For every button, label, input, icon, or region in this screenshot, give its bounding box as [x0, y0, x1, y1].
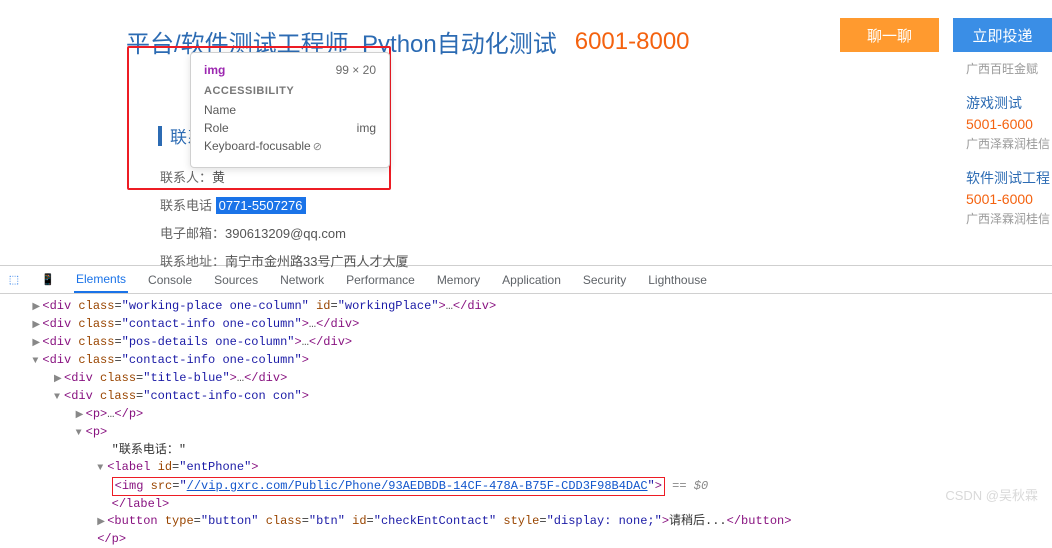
related-jobs-sidebar: 广西百旺金赋 游戏测试 5001-6000 广西泽霖润桂信 软件测试工程 500… [966, 60, 1052, 243]
contact-email-value: 390613209@qq.com [225, 226, 346, 241]
contact-email-label: 电子邮箱： [160, 226, 225, 241]
contact-address-label: 联系地址： [160, 254, 225, 269]
chat-button[interactable]: 聊一聊 [840, 18, 939, 52]
contact-phone-label: 联系电话 [160, 198, 212, 213]
apply-button[interactable]: 立即投递 [953, 18, 1052, 52]
side-job-title[interactable]: 游戏测试 [966, 93, 1052, 113]
side-salary: 5001-6000 [966, 116, 1052, 132]
tooltip-section: ACCESSIBILITY [204, 85, 376, 97]
salary-range: 6001-8000 [575, 28, 690, 56]
side-company: 广西泽霖润桂信 [966, 135, 1052, 152]
side-salary: 5001-6000 [966, 191, 1052, 207]
tooltip-role-label: Role [204, 121, 229, 135]
contact-person-value: 黄 [212, 170, 225, 185]
tooltip-focus-label: Keyboard-focusable [204, 139, 322, 153]
elements-tree[interactable]: ▶<div class="working-place one-column" i… [0, 294, 1052, 548]
section-bar [158, 126, 162, 146]
tooltip-role-value: img [357, 121, 376, 135]
devtools-element-tooltip: img 99 × 20 ACCESSIBILITY Name Role img K… [190, 52, 390, 168]
tab-elements[interactable]: Elements [74, 266, 128, 293]
tooltip-name-label: Name [204, 103, 236, 117]
inspect-icon[interactable]: ⬚ [6, 272, 22, 288]
side-company: 广西泽霖润桂信 [966, 210, 1052, 227]
devtools-panel: ⬚ 📱 Elements Console Sources Network Per… [0, 265, 1052, 512]
contact-address-value: 南宁市金州路33号广西人才大厦 [225, 254, 408, 269]
tooltip-dimensions: 99 × 20 [336, 63, 376, 77]
side-company: 广西百旺金赋 [966, 60, 1052, 77]
tooltip-tag: img [204, 63, 225, 77]
highlighted-img-node[interactable]: <img src="//vip.gxrc.com/Public/Phone/93… [112, 477, 665, 496]
device-toolbar-icon[interactable]: 📱 [40, 272, 56, 288]
side-job-title[interactable]: 软件测试工程 [966, 168, 1052, 188]
contact-phone-image[interactable]: 0771-5507276 [216, 197, 306, 214]
contact-person-label: 联系人： [160, 170, 212, 185]
